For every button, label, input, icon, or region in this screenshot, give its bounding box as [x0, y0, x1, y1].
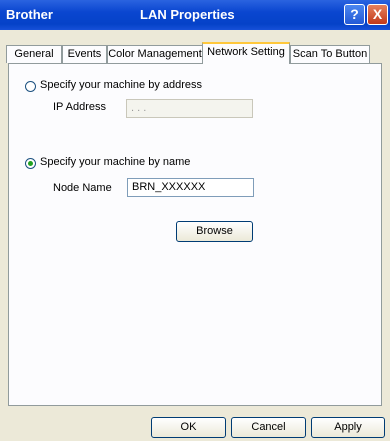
apply-button[interactable]: Apply — [311, 417, 385, 438]
browse-button-label: Browse — [196, 225, 233, 237]
name-option-label[interactable]: Specify your machine by name — [40, 156, 190, 168]
close-button[interactable]: X — [367, 4, 388, 25]
address-radio[interactable] — [25, 81, 36, 92]
browse-button[interactable]: Browse — [176, 221, 253, 242]
node-name-label: Node Name — [53, 182, 112, 194]
tab-scan-to-button[interactable]: Scan To Button — [290, 45, 370, 63]
name-radio[interactable] — [25, 158, 36, 169]
tab-color-management[interactable]: Color Management — [107, 45, 203, 63]
app-name: Brother — [6, 7, 53, 22]
window-title: LAN Properties — [140, 7, 235, 22]
address-option-label[interactable]: Specify your machine by address — [40, 79, 202, 91]
title-bar[interactable]: Brother LAN Properties ? X — [0, 0, 390, 30]
ok-button[interactable]: OK — [151, 417, 226, 438]
ip-address-field: . . . — [126, 99, 253, 118]
tab-general[interactable]: General — [6, 45, 62, 63]
help-button[interactable]: ? — [344, 4, 365, 25]
ip-address-label: IP Address — [53, 101, 106, 113]
network-setting-panel: Specify your machine by address IP Addre… — [8, 63, 382, 406]
tab-events[interactable]: Events — [62, 45, 107, 63]
tab-network-setting[interactable]: Network Setting — [202, 42, 290, 64]
node-name-field[interactable]: BRN_XXXXXX — [127, 178, 254, 197]
cancel-button[interactable]: Cancel — [231, 417, 306, 438]
